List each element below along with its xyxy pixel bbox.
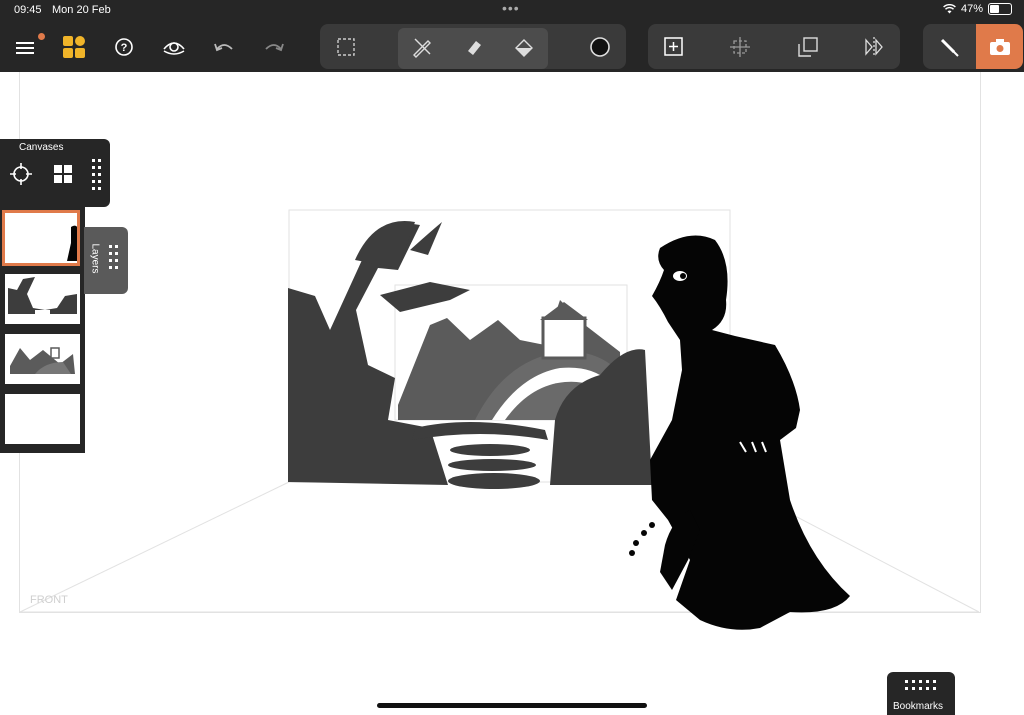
camera-button[interactable] (976, 24, 1023, 69)
add-canvas-icon (664, 36, 683, 56)
thumbnail-figure-image (67, 225, 79, 261)
view-button[interactable] (154, 22, 194, 72)
front-label: FRONT (30, 594, 68, 606)
canvas-thumbnail-4[interactable] (5, 394, 80, 444)
notification-dot-icon (38, 33, 45, 40)
eraser-icon (468, 40, 481, 55)
bookmarks-button[interactable]: Bookmarks (887, 672, 955, 715)
layers-label: Layers (89, 243, 101, 274)
add-canvas-button[interactable] (654, 24, 694, 69)
help-icon: ? (115, 38, 133, 56)
multitasking-dots-icon[interactable]: ••• (502, 0, 520, 16)
bookmarks-grid-icon (905, 680, 936, 690)
thumbnail-foreground-image (8, 277, 77, 315)
brush-icon (413, 38, 431, 58)
canvas-thumbnail-2[interactable] (5, 274, 80, 324)
redo-icon (265, 43, 284, 52)
duplicate-button[interactable] (788, 24, 828, 69)
canvas-thumbnails (0, 207, 85, 453)
projects-button[interactable] (54, 22, 94, 72)
color-swatch-icon (590, 36, 610, 57)
thumbnail-background-image (10, 347, 75, 374)
svg-text:?: ? (121, 42, 128, 54)
help-button[interactable]: ? (104, 22, 144, 72)
color-swatch-button[interactable] (580, 24, 620, 69)
canvas-artwork[interactable]: FRONT (0, 72, 1024, 672)
brush-button[interactable] (402, 24, 442, 69)
duplicate-icon (798, 36, 818, 57)
status-date: Mon 20 Feb (52, 4, 111, 16)
battery-percent: 47% (960, 3, 983, 15)
canvases-panel: Canvases (0, 139, 110, 207)
canvas-thumbnail-1[interactable] (2, 210, 80, 266)
crosshair-icon[interactable] (10, 163, 32, 185)
canvas-tools-group (648, 24, 900, 69)
undo-icon (214, 43, 233, 52)
undo-button[interactable] (204, 22, 244, 72)
view-icon (163, 42, 185, 55)
home-indicator[interactable] (377, 703, 647, 708)
fill-icon (515, 38, 533, 57)
flip-button[interactable] (854, 24, 894, 69)
crop-button[interactable] (720, 24, 760, 69)
figure-silhouette (629, 235, 850, 630)
redo-button[interactable] (254, 22, 294, 72)
camera-icon (989, 38, 1010, 55)
projects-icon (63, 36, 85, 58)
selection-button[interactable] (326, 24, 366, 69)
canvas-thumbnail-3[interactable] (5, 334, 80, 384)
background-scene (288, 221, 652, 489)
flip-icon (865, 36, 883, 57)
draw-tool-button[interactable] (929, 24, 969, 69)
drag-handle-icon[interactable] (92, 159, 102, 191)
draw-tool-icon (940, 38, 959, 57)
status-bar: 09:45 Mon 20 Feb ••• 47% (0, 0, 1024, 22)
layers-handle-icon (109, 245, 118, 269)
layers-tab[interactable]: Layers (84, 227, 128, 294)
mode-group (923, 24, 1023, 69)
crop-icon (730, 36, 750, 57)
bookmarks-label: Bookmarks (893, 701, 944, 712)
menu-button[interactable] (6, 22, 46, 72)
fill-button[interactable] (504, 24, 544, 69)
wifi-icon (943, 4, 956, 14)
eraser-button[interactable] (454, 24, 494, 69)
selection-icon (337, 37, 355, 56)
status-time: 09:45 (14, 4, 42, 16)
toolbar: ? (0, 22, 1024, 72)
drawing-tools-group (320, 24, 626, 69)
grid-view-icon[interactable] (54, 165, 72, 183)
menu-icon (16, 42, 34, 54)
status-right: 47% (943, 3, 1012, 15)
battery-icon (988, 3, 1012, 15)
canvases-title: Canvases (19, 142, 64, 153)
